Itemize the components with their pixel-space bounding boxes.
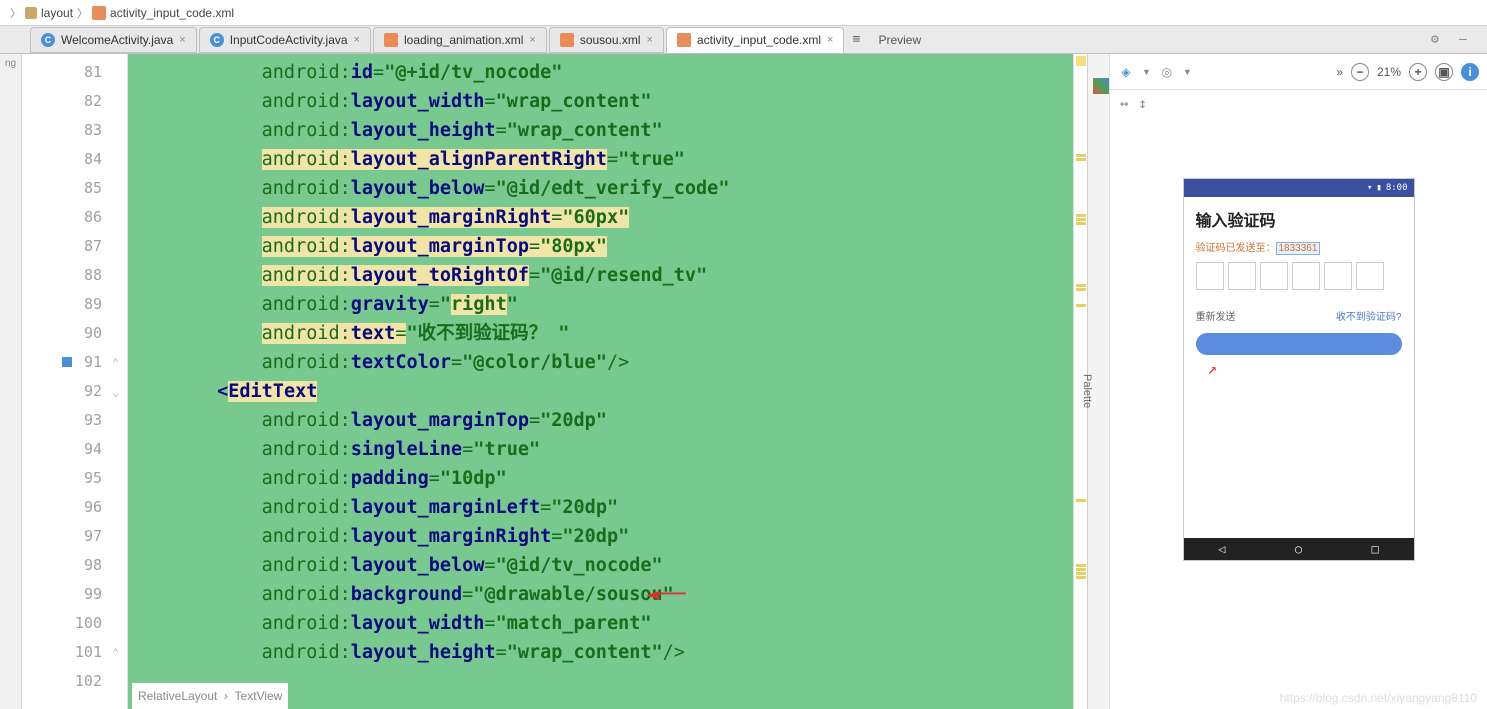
breadcrumb-folder[interactable]: layout bbox=[41, 6, 73, 20]
tab-loading-animation[interactable]: loading_animation.xml× bbox=[373, 27, 547, 53]
code-editor[interactable]: 81 82 83 84 85 86 87 88 89 90 91 92 93 9… bbox=[22, 54, 1087, 709]
battery-icon: ▮ bbox=[1376, 183, 1381, 193]
phone-statusbar: ▾▮8:00 bbox=[1184, 179, 1414, 197]
code-box[interactable] bbox=[1292, 262, 1320, 290]
wifi-icon: ▾ bbox=[1367, 183, 1372, 193]
expand-icon[interactable]: » bbox=[1336, 65, 1343, 79]
zoom-in-button[interactable]: + bbox=[1409, 63, 1427, 81]
tab-activity-input-code[interactable]: activity_input_code.xml× bbox=[666, 27, 845, 53]
resend-link[interactable]: 重新发送 bbox=[1196, 308, 1236, 323]
tab-welcome-activity[interactable]: CWelcomeActivity.java× bbox=[30, 27, 197, 53]
code-box[interactable] bbox=[1324, 262, 1352, 290]
preview-toolbar: ◈ ▼ ◎ ▼ » − 21% + ▣ i bbox=[1110, 54, 1487, 90]
xml-file-icon bbox=[677, 33, 691, 47]
xml-file-icon bbox=[560, 33, 574, 47]
editor-tabs: CWelcomeActivity.java× CInputCodeActivit… bbox=[0, 26, 1487, 54]
fold-up-icon[interactable]: ⌃ bbox=[112, 356, 124, 368]
phone-sent-label: 验证码已发送至：1833361 bbox=[1184, 237, 1414, 256]
home-icon[interactable]: ○ bbox=[1295, 542, 1302, 556]
warning-indicator-icon bbox=[1076, 56, 1086, 66]
tab-input-code-activity[interactable]: CInputCodeActivity.java× bbox=[199, 27, 371, 53]
close-icon[interactable]: × bbox=[647, 34, 653, 46]
zoom-fit-button[interactable]: ▣ bbox=[1435, 63, 1453, 81]
minimize-icon[interactable]: — bbox=[1459, 32, 1475, 48]
java-icon: C bbox=[41, 33, 55, 47]
tab-sousou[interactable]: sousou.xml× bbox=[549, 27, 664, 53]
device-preview[interactable]: ▾▮8:00 输入验证码 验证码已发送至：1833361 重新发送 收不到验证码… bbox=[1183, 178, 1415, 561]
fold-down-icon[interactable]: ⌄ bbox=[112, 385, 124, 397]
fold-gutter: ⌃ ⌄ ⌃ bbox=[110, 54, 128, 709]
back-icon[interactable]: ◁ bbox=[1218, 542, 1225, 556]
close-icon[interactable]: × bbox=[827, 34, 833, 46]
structure-breadcrumb[interactable]: RelativeLayout › TextView bbox=[132, 683, 288, 709]
layers-icon[interactable]: ◈ bbox=[1118, 64, 1134, 80]
breadcrumb-bar: 〉 layout 〉 activity_input_code.xml bbox=[0, 0, 1487, 26]
breadcrumb-chevron: 〉 bbox=[10, 5, 21, 21]
fold-up-icon[interactable]: ⌃ bbox=[112, 646, 124, 658]
code-box[interactable] bbox=[1260, 262, 1288, 290]
close-icon[interactable]: × bbox=[354, 34, 360, 46]
java-icon: C bbox=[210, 33, 224, 47]
breadcrumb-file[interactable]: activity_input_code.xml bbox=[110, 6, 234, 20]
close-icon[interactable]: × bbox=[179, 34, 185, 46]
annotation-arrow-icon: ◄── bbox=[646, 582, 686, 607]
code-content[interactable]: android:id="@+id/tv_nocode" android:layo… bbox=[128, 54, 1073, 709]
palette-strip[interactable]: Palette bbox=[1088, 54, 1110, 709]
annotation-arrow-icon: ↗ bbox=[1184, 359, 1414, 378]
phone-title: 输入验证码 bbox=[1184, 197, 1414, 237]
folder-icon bbox=[25, 7, 37, 19]
pan-controls: ↔ ↕ bbox=[1110, 90, 1487, 118]
close-icon[interactable]: × bbox=[529, 34, 535, 46]
zoom-out-button[interactable]: − bbox=[1351, 63, 1369, 81]
submit-button[interactable] bbox=[1196, 333, 1402, 355]
xml-file-icon bbox=[92, 6, 106, 20]
surface-icon[interactable]: ◎ bbox=[1159, 64, 1175, 80]
recents-icon[interactable]: □ bbox=[1372, 542, 1379, 556]
split-view-icon[interactable]: ≡ bbox=[846, 32, 866, 47]
preview-tab-label[interactable]: Preview bbox=[866, 33, 1431, 47]
nocode-link[interactable]: 收不到验证码? bbox=[1336, 308, 1402, 323]
watermark-text: https://blog.csdn.net/xiyangyang8110 bbox=[1280, 691, 1477, 705]
gear-icon[interactable]: ⚙ bbox=[1431, 32, 1447, 48]
code-box[interactable] bbox=[1196, 262, 1224, 290]
left-tool-strip: ng bbox=[0, 54, 22, 709]
code-box[interactable] bbox=[1356, 262, 1384, 290]
line-number-gutter: 81 82 83 84 85 86 87 88 89 90 91 92 93 9… bbox=[22, 54, 110, 709]
phone-navbar: ◁ ○ □ bbox=[1184, 538, 1414, 560]
chevron-down-icon[interactable]: ▼ bbox=[1142, 67, 1151, 77]
info-icon[interactable]: i bbox=[1461, 63, 1479, 81]
pan-horizontal-icon[interactable]: ↔ bbox=[1120, 96, 1128, 112]
chevron-down-icon[interactable]: ▼ bbox=[1183, 67, 1192, 77]
pan-vertical-icon[interactable]: ↕ bbox=[1138, 96, 1146, 112]
code-box[interactable] bbox=[1228, 262, 1256, 290]
zoom-level: 21% bbox=[1377, 65, 1401, 79]
xml-file-icon bbox=[384, 33, 398, 47]
layout-preview-panel: Palette ◈▼ ◎▼ » − 21% + ▣ i ↔ ↕ ▾▮8:00 bbox=[1087, 54, 1487, 709]
palette-icon bbox=[1093, 78, 1109, 94]
breadcrumb-chevron: 〉 bbox=[77, 5, 88, 21]
line-marker-icon bbox=[62, 357, 72, 367]
code-input-boxes bbox=[1184, 256, 1414, 296]
